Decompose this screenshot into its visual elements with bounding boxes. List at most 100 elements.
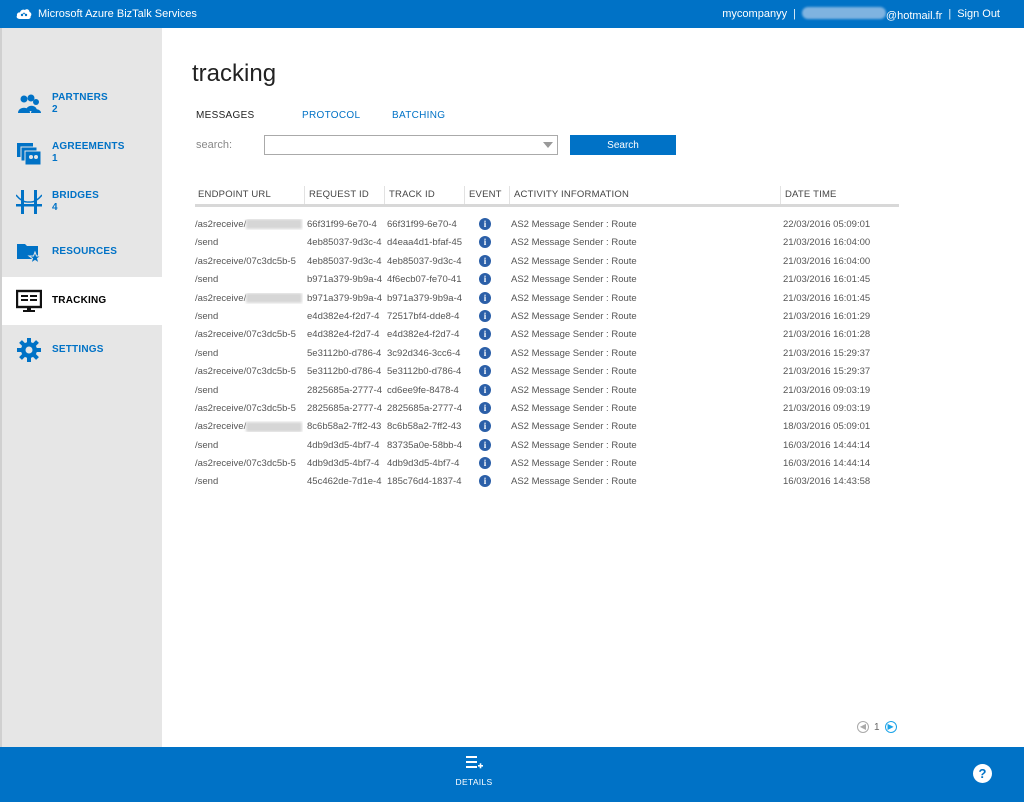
main-content: tracking MESSAGES PROTOCOL BATCHING sear… <box>160 28 1024 747</box>
cell-track-id: cd6ee9fe-8478-4 <box>387 384 459 396</box>
column-header-endpoint[interactable]: ENDPOINT URL <box>198 189 271 200</box>
page-number[interactable]: 1 <box>874 722 880 733</box>
cell-datetime: 22/03/2016 05:09:01 <box>783 219 871 230</box>
cell-datetime: 21/03/2016 15:29:37 <box>783 366 871 378</box>
table-row[interactable]: /as2receive/8c6b58a2-7ff2-43 8c6b58a2-7ff… <box>195 418 899 436</box>
arrow-left-icon[interactable]: ◀ <box>857 721 869 733</box>
info-icon[interactable]: i <box>479 383 491 396</box>
agreements-icon <box>17 143 42 166</box>
tab-batching[interactable]: BATCHING <box>392 110 445 121</box>
cell-datetime: 21/03/2016 16:01:28 <box>783 329 871 341</box>
table-row[interactable]: /as2receive/b971a379-9b9a-4 b971a379-9b9a… <box>195 290 899 308</box>
app-title: Microsoft Azure BizTalk Services <box>38 8 197 20</box>
info-icon[interactable]: i <box>479 218 491 230</box>
cell-activity: AS2 Message Sender : Route <box>511 219 637 230</box>
cell-request-id: 66f31f99-6e70-4 <box>307 219 377 230</box>
arrow-right-icon[interactable]: ▶ <box>884 721 897 733</box>
info-icon[interactable]: i <box>479 475 491 488</box>
cell-request-id: 2825685a-2777-4 <box>307 384 383 396</box>
email-suffix: @hotmail.fr <box>885 9 943 22</box>
tab-messages[interactable]: MESSAGES <box>196 110 255 121</box>
info-icon[interactable]: i <box>479 309 491 322</box>
cell-activity: AS2 Message Sender : Route <box>511 347 637 359</box>
info-icon[interactable]: i <box>479 291 491 304</box>
cell-endpoint: /send <box>195 348 303 359</box>
redacted-value <box>246 421 303 432</box>
sidebar-item-label: AGREEMENTS <box>52 141 125 152</box>
sidebar-item-resources[interactable]: RESOURCES <box>2 228 162 276</box>
info-icon[interactable]: i <box>479 438 491 451</box>
table-row[interactable]: /send 4db9d3d5-4bf7-4 83735a0e-58bb-4 i AS2 … <box>195 437 899 455</box>
user-box: mycompanyy | @hotmail.fr | Sign Out <box>722 0 1000 28</box>
brand[interactable]: Microsoft Azure BizTalk Services <box>16 0 197 28</box>
info-icon[interactable]: i <box>479 328 491 341</box>
cell-datetime: 16/03/2016 14:44:14 <box>783 439 871 451</box>
cell-request-id: e4d382e4-f2d7-4 <box>307 310 380 322</box>
column-header-track-id[interactable]: TRACK ID <box>384 186 435 204</box>
table-row[interactable]: /as2receive/07c3dc5b-5 4db9d3d5-4bf7-4 4db… <box>195 455 899 473</box>
table-row[interactable]: /as2receive/07c3dc5b-5 4eb85037-9d3c-4 4eb… <box>195 253 899 271</box>
cell-track-id: 66f31f99-6e70-4 <box>387 219 457 230</box>
cell-datetime: 21/03/2016 16:01:45 <box>783 292 871 304</box>
cell-endpoint: /send <box>195 237 303 248</box>
cell-datetime: 21/03/2016 16:04:00 <box>783 237 871 249</box>
table-row[interactable]: /send e4d382e4-f2d7-4 72517bf4-dde8-4 i AS2 … <box>195 308 899 326</box>
table-row[interactable]: /as2receive/66f31f99-6e70-4 66f31f99-6e70… <box>195 216 899 234</box>
sidebar-item-count: 2 <box>52 104 58 115</box>
endpoint-text: /send <box>195 439 219 451</box>
sign-out-link[interactable]: Sign Out <box>957 8 1000 20</box>
account-name[interactable]: mycompanyy <box>722 8 787 20</box>
column-header-datetime[interactable]: DATE TIME <box>780 186 837 204</box>
column-header-request-id[interactable]: REQUEST ID <box>304 186 369 204</box>
info-icon[interactable]: i <box>479 401 491 414</box>
top-bar: Microsoft Azure BizTalk Services mycompa… <box>0 0 1024 28</box>
info-icon[interactable]: i <box>479 457 491 470</box>
column-header-event[interactable]: EVENT <box>464 186 502 204</box>
table-row[interactable]: /send 2825685a-2777-4 cd6ee9fe-8478-4 i AS2 … <box>195 382 899 400</box>
column-header-activity[interactable]: ACTIVITY INFORMATION <box>509 186 629 204</box>
info-icon[interactable]: i <box>479 236 491 249</box>
info-icon[interactable]: i <box>479 273 491 286</box>
resources-icon <box>17 244 42 265</box>
cell-activity: AS2 Message Sender : Route <box>511 292 637 304</box>
sidebar-item-tracking[interactable]: TRACKING <box>2 277 162 325</box>
table-row[interactable]: /as2receive/07c3dc5b-5 e4d382e4-f2d7-4 e4d… <box>195 326 899 344</box>
separator: | <box>793 8 796 20</box>
info-icon[interactable]: i <box>479 254 491 267</box>
table-row[interactable]: /send 4eb85037-9d3c-4 d4eaa4d1-bfaf-45 i AS2… <box>195 234 899 252</box>
cell-track-id: 185c76d4-1837-4 <box>387 476 462 488</box>
table-row[interactable]: /send b971a379-9b9a-4 4f6ecb07-fe70-41 i AS2… <box>195 271 899 289</box>
sidebar-item-bridges[interactable]: BRIDGES 4 <box>2 178 162 226</box>
sidebar-item-settings[interactable]: SETTINGS <box>2 326 162 374</box>
chevron-down-icon[interactable] <box>543 142 553 148</box>
sidebar-item-count: 1 <box>52 153 58 164</box>
search-button[interactable]: Search <box>570 135 676 155</box>
info-icon[interactable]: i <box>479 420 491 433</box>
cell-datetime: 21/03/2016 09:03:19 <box>783 402 871 414</box>
separator: | <box>948 8 952 20</box>
help-icon[interactable]: ? <box>973 764 992 783</box>
tab-protocol[interactable]: PROTOCOL <box>302 110 360 121</box>
table-row[interactable]: /as2receive/07c3dc5b-5 2825685a-2777-4 282… <box>195 400 899 418</box>
info-icon[interactable]: i <box>479 346 491 359</box>
table-row[interactable]: /as2receive/07c3dc5b-5 5e3112b0-d786-4 5e3… <box>195 363 899 381</box>
cell-track-id: d4eaa4d1-bfaf-45 <box>387 237 463 249</box>
search-label: search: <box>196 139 233 151</box>
details-button[interactable]: DETAILS <box>452 755 496 787</box>
cell-track-id: 4eb85037-9d3c-4 <box>387 255 462 267</box>
page-title: tracking <box>192 60 277 87</box>
cell-activity: AS2 Message Sender : Route <box>511 421 637 433</box>
cell-endpoint: /send <box>195 385 303 396</box>
cell-track-id: 72517bf4-dde8-4 <box>387 310 460 322</box>
info-icon[interactable]: i <box>479 365 491 378</box>
sidebar-item-agreements[interactable]: AGREEMENTS 1 <box>2 129 162 177</box>
redacted-value <box>246 293 303 304</box>
sidebar-item-partners[interactable]: PARTNERS 2 <box>2 80 162 128</box>
table-row[interactable]: /send 45c462de-7d1e-4 185c76d4-1837-4 i AS2 … <box>195 473 899 491</box>
cell-request-id: 4db9d3d5-4bf7-4 <box>307 458 380 470</box>
partners-icon <box>18 94 41 113</box>
cell-activity: AS2 Message Sender : Route <box>511 476 637 488</box>
search-input[interactable] <box>264 135 558 155</box>
table-row[interactable]: /send 5e3112b0-d786-4 3c92d346-3cc6-4 i AS2 … <box>195 345 899 363</box>
cell-endpoint: /as2receive/07c3dc5b-5 <box>195 256 303 267</box>
